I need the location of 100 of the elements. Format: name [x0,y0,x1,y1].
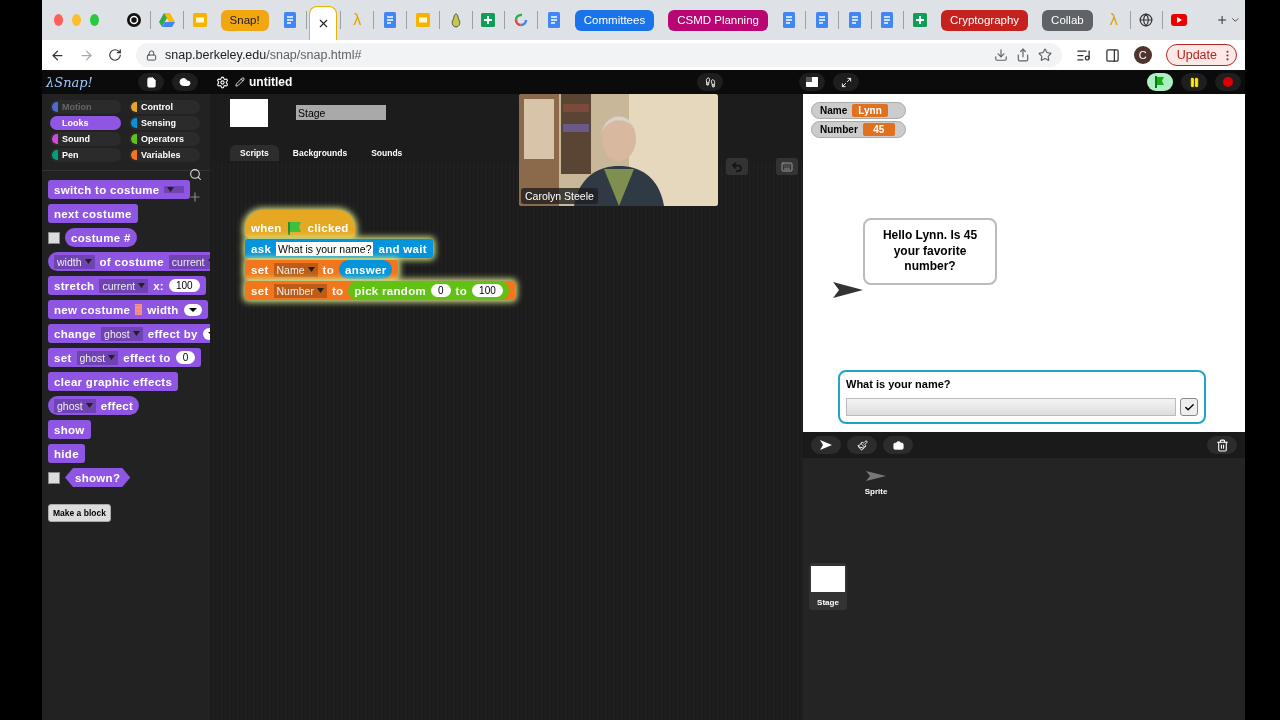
block-dropdown[interactable]: width [54,254,95,269]
back-button[interactable] [50,47,65,63]
media-control-icon[interactable] [1075,47,1091,63]
normal-stage-button[interactable] [799,73,825,91]
start-flag-button[interactable] [1147,73,1173,91]
command-block[interactable]: hide [48,444,85,463]
block-dropdown[interactable]: Number [273,283,327,298]
presentation-mode-button[interactable] [833,73,859,91]
block-label: ask [251,242,272,255]
url-text: snap.berkeley.edu/snap/snap.html# [165,48,362,62]
command-block[interactable]: change ghost effect by [48,324,210,343]
sprite-name-field[interactable]: Stage [296,105,386,120]
command-block[interactable]: next costume [48,204,138,223]
text-slot[interactable]: What is your name? [276,241,374,256]
command-block[interactable]: set Number to pick random 0 to 100 [245,281,515,300]
block-label: show [54,423,85,436]
watcher-checkbox[interactable] [48,471,60,484]
turtle-sprite-button[interactable] [811,436,841,454]
category-button[interactable]: Variables [129,148,200,162]
predicate-block[interactable]: shown? [65,468,131,487]
category-button[interactable]: Pen [50,148,121,162]
reload-button[interactable] [108,48,122,62]
command-block[interactable]: ask What is your name? and wait [245,239,433,258]
paint-button[interactable] [847,436,877,454]
category-button[interactable]: Control [129,100,200,114]
slides-icon [192,13,207,27]
category-button[interactable]: Looks [50,116,121,130]
sprite-name: Sprite [864,487,888,496]
trash-button[interactable] [1207,436,1237,454]
number-dropdown[interactable] [183,303,202,316]
cloud-button[interactable] [172,73,198,91]
share-icon[interactable] [1015,48,1030,62]
circle-icon [127,13,142,27]
tab-group-label[interactable]: Cryptography [941,9,1029,31]
category-button[interactable]: Sound [50,132,121,146]
command-block[interactable]: switch to costume [48,180,191,199]
stage-tile[interactable]: Stage [809,563,847,610]
keyboard-button[interactable] [776,158,798,175]
command-block[interactable]: show [48,420,91,439]
block-label: set [251,284,269,297]
submit-button[interactable] [1180,398,1198,416]
watcher-checkbox[interactable] [48,231,60,244]
stage-thumbnail [811,566,845,592]
footprints-button[interactable] [697,73,723,91]
bookmark-star-icon[interactable] [1037,48,1052,62]
reporter-block[interactable]: answer [339,260,393,279]
block-label: when [251,221,282,234]
reporter-block[interactable]: costume # [65,228,137,247]
reporter-block[interactable]: pick random 0 to 100 [348,281,509,300]
block-dropdown[interactable]: Name [273,262,318,277]
category-button[interactable]: Operators [129,132,200,146]
update-button[interactable]: Update [1165,44,1237,66]
watcher-label: Number [820,124,858,135]
forward-button[interactable] [79,47,94,63]
block-label: of costume [99,255,164,268]
tab-group-label[interactable]: Collab [1042,9,1093,31]
camera-button[interactable] [883,436,913,454]
stop-button[interactable] [1215,73,1241,91]
block-dropdown[interactable]: ghost [101,326,143,341]
check-icon [1183,401,1195,413]
file-button[interactable] [138,73,164,91]
number-slot[interactable]: 0 [431,284,451,297]
tab-group-label[interactable]: Committees [574,9,655,31]
editor-tab[interactable]: Sounds [361,145,413,161]
command-block[interactable]: stretch current x: 100 [48,276,206,295]
install-icon[interactable] [993,48,1008,62]
editor-tab[interactable]: Backgrounds [282,145,358,161]
block-dropdown[interactable]: ghost [76,350,119,365]
tab-group-label[interactable]: Snap! [220,9,269,31]
search-button[interactable] [189,168,202,181]
side-panel-icon[interactable] [1104,47,1120,63]
block-label: switch to costume [54,183,160,196]
number-slot[interactable]: 0 [175,351,196,364]
profile-avatar[interactable]: C [1133,46,1152,64]
close-window-button[interactable] [54,14,64,26]
sprite-tile[interactable]: Sprite [857,468,895,499]
make-a-block-button[interactable]: Make a block [48,504,111,522]
category-button[interactable]: Sensing [129,116,200,130]
watcher-label: Name [820,105,848,116]
paintbrush-icon [856,439,868,451]
command-block[interactable]: clear graphic effects [48,372,179,391]
settings-button[interactable] [216,75,229,89]
reporter-block[interactable]: ghost effect [48,396,140,415]
number-slot[interactable]: 100 [168,279,200,292]
pause-button[interactable] [1181,73,1207,91]
block-label: width [147,303,179,316]
add-button[interactable] [188,190,202,204]
command-block[interactable]: set Name to answer [245,260,399,279]
block-dropdown[interactable]: current [99,278,149,293]
block-dropdown[interactable] [164,186,185,193]
cloud-icon [179,76,191,88]
block-dropdown[interactable]: ghost [54,398,96,413]
answer-field[interactable] [846,398,1176,416]
editor-tab[interactable]: Scripts [230,145,279,161]
reporter-block[interactable]: width of costume current [48,252,210,271]
command-block[interactable]: set ghost effect to 0 [48,348,202,367]
tab-group-label[interactable]: CSMD Planning [668,9,768,31]
command-block[interactable]: new costume width [48,300,208,319]
number-slot[interactable]: 100 [472,284,503,297]
address-bar[interactable]: snap.berkeley.edu/snap/snap.html# [136,43,1062,67]
